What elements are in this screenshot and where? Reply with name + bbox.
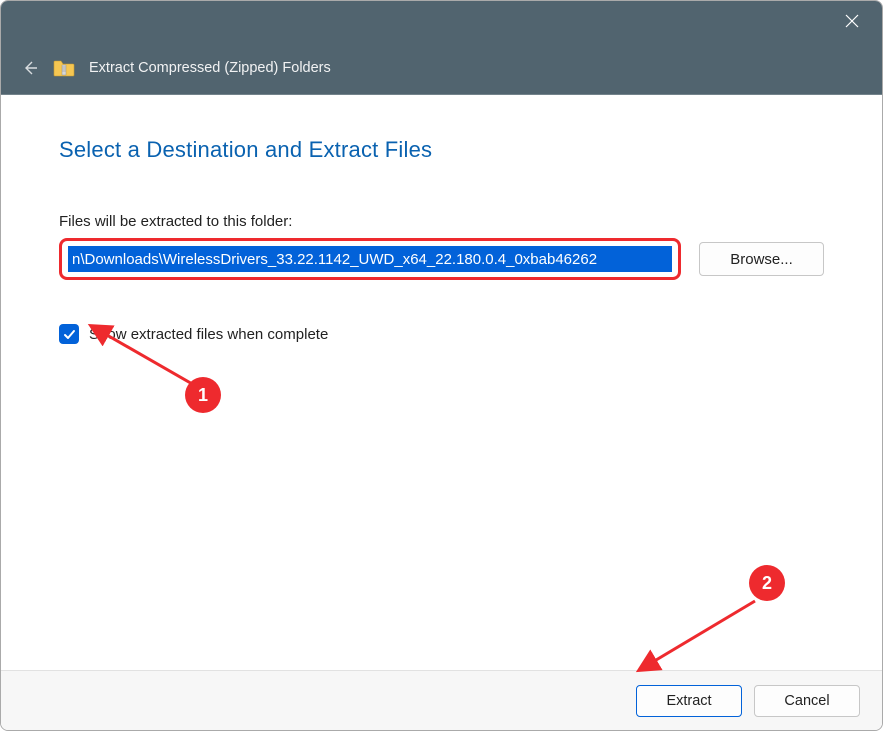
show-files-checkbox[interactable] (59, 324, 79, 344)
annotation-arrow-2 (629, 593, 769, 675)
show-files-checkbox-label: Show extracted files when complete (89, 326, 328, 343)
titlebar (1, 1, 882, 41)
arrow-left-icon (21, 59, 39, 77)
content-area: Select a Destination and Extract Files F… (1, 95, 882, 670)
show-files-checkbox-row: Show extracted files when complete (59, 324, 824, 344)
path-label: Files will be extracted to this folder: (59, 213, 824, 230)
footer: Extract Cancel (1, 670, 882, 730)
extract-button[interactable]: Extract (636, 685, 742, 717)
browse-button[interactable]: Browse... (699, 242, 824, 276)
page-heading: Select a Destination and Extract Files (59, 137, 824, 163)
back-button[interactable] (21, 59, 39, 77)
close-button[interactable] (834, 3, 870, 39)
checkmark-icon (63, 328, 76, 341)
path-row: Browse... (59, 238, 824, 280)
path-highlight-box (59, 238, 681, 280)
wizard-header: Extract Compressed (Zipped) Folders (1, 41, 882, 95)
close-icon (845, 14, 859, 28)
header-title: Extract Compressed (Zipped) Folders (89, 60, 331, 76)
annotation-badge-1: 1 (185, 377, 221, 413)
cancel-button[interactable]: Cancel (754, 685, 860, 717)
annotation-badge-2: 2 (749, 565, 785, 601)
destination-path-input[interactable] (68, 246, 672, 272)
zipped-folder-icon (53, 59, 75, 77)
extract-wizard-window: Extract Compressed (Zipped) Folders Sele… (0, 0, 883, 731)
